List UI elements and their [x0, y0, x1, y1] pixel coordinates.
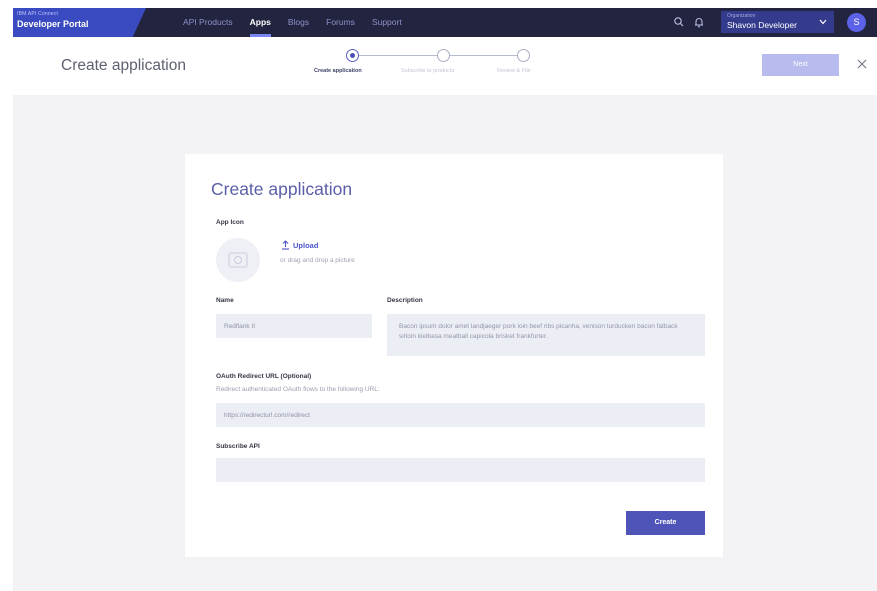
form-title: Create application: [211, 179, 353, 199]
upload-icon[interactable]: [281, 240, 290, 250]
stepper-connector: [450, 55, 524, 56]
step-3-indicator: [517, 49, 530, 62]
step-1-indicator: [346, 49, 359, 62]
oauth-redirect-field[interactable]: [216, 403, 705, 427]
organization-label: Organization: [727, 13, 756, 19]
step-3-label: Review & File: [497, 68, 531, 74]
organization-switcher[interactable]: Organization Shavon Developer: [721, 11, 834, 33]
step-2-label: Subscribe to products: [401, 68, 455, 74]
content-area: Create application App Icon Upload or dr…: [13, 95, 877, 591]
nav-blogs[interactable]: Blogs: [288, 8, 309, 37]
app-icon-dropzone[interactable]: [216, 238, 260, 282]
name-field[interactable]: [216, 314, 372, 338]
oauth-redirect-label: OAuth Redirect URL (Optional): [216, 373, 312, 380]
top-navigation-bar: IBM API Connect Developer Portal API Pro…: [13, 8, 877, 37]
drop-hint: or drag and drop a picture: [280, 257, 355, 264]
nav-api-products[interactable]: API Products: [183, 8, 233, 37]
nav-support[interactable]: Support: [372, 8, 402, 37]
create-application-form: Create application App Icon Upload or dr…: [185, 154, 723, 557]
page-title: Create application: [61, 57, 186, 74]
nav-forums[interactable]: Forums: [326, 8, 355, 37]
avatar[interactable]: S: [847, 13, 866, 32]
brand-logo[interactable]: IBM API Connect Developer Portal: [13, 8, 146, 37]
subscribe-api-field[interactable]: [216, 458, 705, 482]
progress-stepper: Create application Subscribe to products…: [309, 48, 569, 78]
brand-portal-name: Developer Portal: [17, 19, 89, 29]
nav-apps[interactable]: Apps: [249, 8, 272, 37]
create-button[interactable]: Create: [626, 511, 705, 535]
subscribe-api-label: Subscribe API: [216, 443, 260, 450]
main-nav: API Products Apps Blogs Forums Support: [183, 8, 402, 37]
upload-link[interactable]: Upload: [293, 241, 318, 250]
close-icon[interactable]: [855, 57, 869, 71]
stepper-connector: [359, 55, 437, 56]
page-header: Create application Create application Su…: [13, 37, 877, 95]
image-placeholder-icon: [228, 252, 248, 268]
description-field[interactable]: Bacon ipsum dolor amet landjaeger pork l…: [387, 314, 705, 356]
chevron-down-icon: [819, 19, 827, 25]
organization-name: Shavon Developer: [727, 20, 797, 30]
step-2-indicator: [437, 49, 450, 62]
search-icon[interactable]: [673, 15, 685, 29]
bell-icon[interactable]: [693, 15, 705, 29]
description-label: Description: [387, 297, 423, 304]
step-1-label: Create application: [314, 68, 362, 74]
brand-product-name: IBM API Connect: [17, 11, 59, 17]
name-label: Name: [216, 297, 234, 304]
oauth-redirect-hint: Redirect authenticated OAuth flows to th…: [216, 386, 380, 393]
next-button[interactable]: Next: [762, 54, 839, 76]
app-icon-label: App Icon: [216, 219, 244, 226]
